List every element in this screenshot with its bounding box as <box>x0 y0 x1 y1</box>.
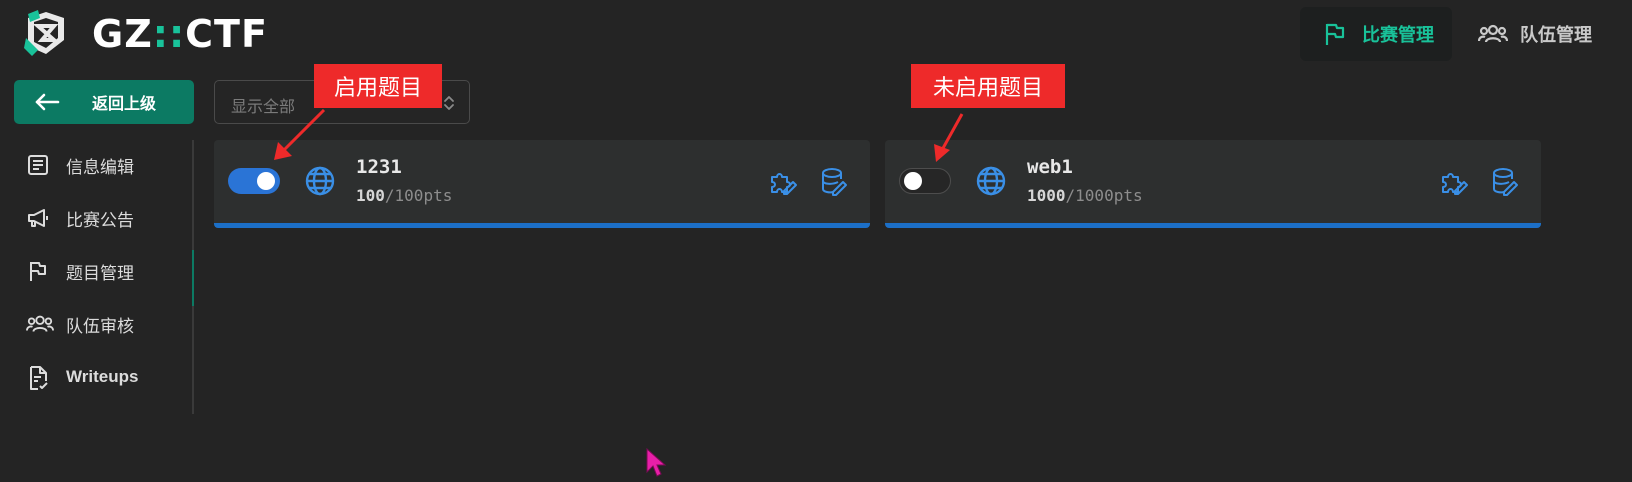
sidebar-item-info-edit[interactable]: 信息编辑 <box>26 145 134 185</box>
nav-teams-label: 队伍管理 <box>1520 25 1592 46</box>
users-icon <box>1477 22 1509 46</box>
app-logo-text[interactable]: GZ::CTF <box>92 12 268 56</box>
edit-attachment-icon[interactable] <box>1491 167 1519 197</box>
nav-teams-button[interactable]: 队伍管理 <box>1477 7 1592 61</box>
nav-games-button[interactable]: 比赛管理 <box>1300 7 1452 61</box>
arrow-left-icon <box>34 92 60 112</box>
nav-games-label: 比赛管理 <box>1362 25 1434 46</box>
megaphone-icon <box>26 206 50 230</box>
logo-icon[interactable] <box>24 10 68 56</box>
toggle-knob <box>904 172 922 190</box>
sidebar-item-label: 队伍审核 <box>66 316 134 337</box>
challenge-score-current: 1000 <box>1027 186 1066 205</box>
sidebar-item-label: 题目管理 <box>66 263 134 284</box>
file-check-icon <box>26 365 50 390</box>
challenge-enable-toggle[interactable] <box>228 168 280 194</box>
sidebar-item-team-review[interactable]: 队伍审核 <box>26 304 134 344</box>
flag-icon <box>26 259 50 283</box>
globe-icon <box>304 165 336 197</box>
annotation-enabled-label: 启用题目 <box>314 64 442 108</box>
challenge-title: 1231 <box>356 156 402 178</box>
sidebar-item-label: 比赛公告 <box>66 210 134 231</box>
edit-challenge-icon[interactable] <box>1439 167 1469 197</box>
challenge-score-max: /100pts <box>384 186 453 205</box>
sidebar-item-writeups[interactable]: Writeups <box>26 357 138 397</box>
sidebar-active-indicator <box>192 250 194 306</box>
edit-challenge-icon[interactable] <box>768 167 798 197</box>
logo-text-right: CTF <box>185 12 268 56</box>
annotation-arrow-icon <box>928 106 988 166</box>
challenge-score-max: /1000pts <box>1065 186 1143 205</box>
document-icon <box>26 153 50 177</box>
logo-text-separator: :: <box>152 12 186 56</box>
toggle-knob <box>257 172 275 190</box>
challenge-progress-bar <box>885 223 1541 228</box>
back-button[interactable]: 返回上级 <box>14 80 194 124</box>
challenge-progress-bar <box>214 223 870 228</box>
sidebar-item-notices[interactable]: 比赛公告 <box>26 198 134 238</box>
mouse-cursor-icon <box>646 447 668 478</box>
challenge-score: 100/100pts <box>356 186 452 205</box>
annotation-arrow-icon <box>268 106 328 166</box>
edit-attachment-icon[interactable] <box>820 167 848 197</box>
chevron-updown-icon <box>443 94 455 112</box>
back-button-label: 返回上级 <box>92 94 157 113</box>
annotation-disabled-label: 未启用题目 <box>911 64 1065 108</box>
sidebar-item-label: 信息编辑 <box>66 157 134 178</box>
sidebar-item-label: Writeups <box>66 367 139 386</box>
sidebar-item-challenges[interactable]: 题目管理 <box>26 251 134 291</box>
challenge-title: web1 <box>1027 156 1073 178</box>
flag-icon <box>1322 21 1348 47</box>
logo-text-left: GZ <box>92 12 153 56</box>
challenge-enable-toggle[interactable] <box>899 168 951 194</box>
challenge-score-current: 100 <box>356 186 385 205</box>
globe-icon <box>975 165 1007 197</box>
users-icon <box>26 312 54 336</box>
challenge-score: 1000/1000pts <box>1027 186 1143 205</box>
